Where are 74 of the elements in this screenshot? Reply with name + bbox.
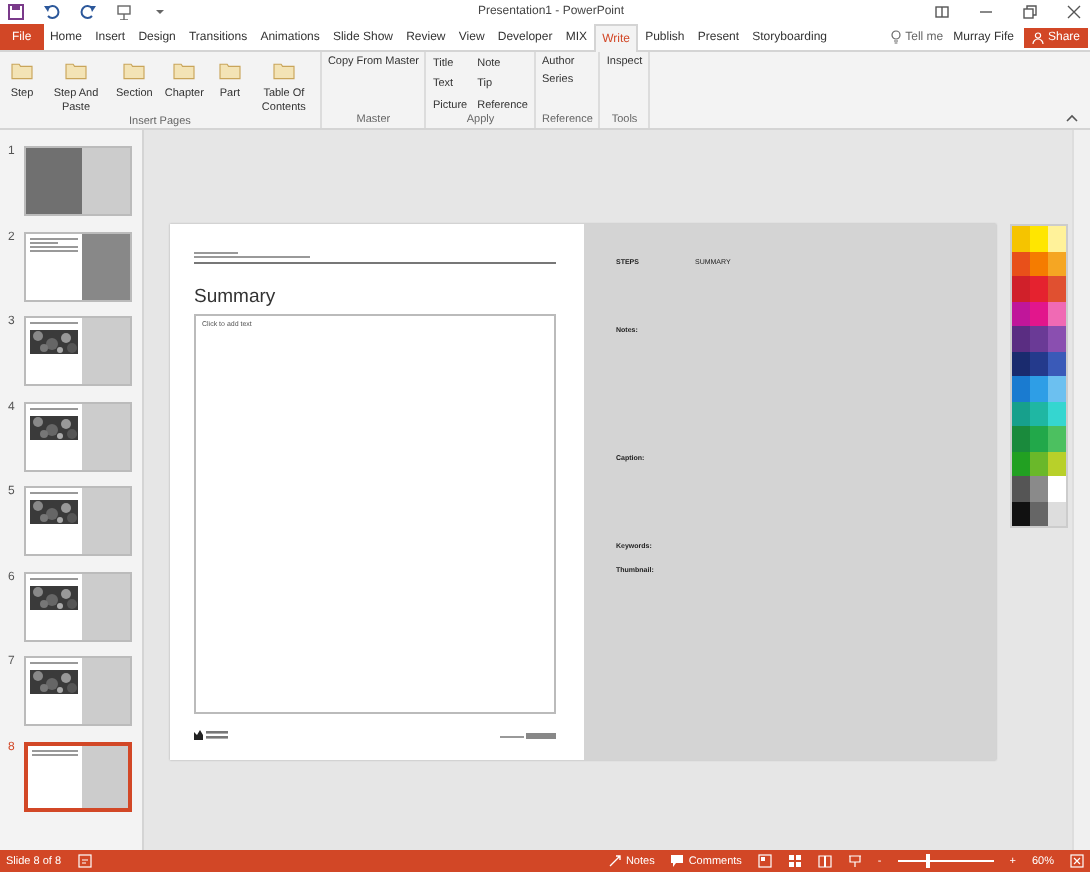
- color-swatch[interactable]: [1012, 501, 1030, 526]
- slide-thumbnail[interactable]: [24, 401, 132, 471]
- color-swatch[interactable]: [1030, 501, 1048, 526]
- folder-icon: [122, 60, 147, 80]
- person-icon: [1031, 31, 1044, 43]
- grid-view-icon[interactable]: [787, 854, 802, 868]
- presenter-icon[interactable]: [116, 4, 132, 20]
- color-swatch[interactable]: [1012, 351, 1030, 376]
- folder-icon: [64, 60, 88, 80]
- color-swatch[interactable]: [1048, 476, 1066, 501]
- slide-thumbnail[interactable]: [24, 571, 132, 641]
- restore-icon[interactable]: [1022, 4, 1038, 20]
- folder-icon: [10, 60, 34, 80]
- fit-slide-icon[interactable]: [1070, 854, 1084, 868]
- speech-bubble-icon: [670, 854, 685, 868]
- color-swatch[interactable]: [1048, 351, 1066, 376]
- notes-icon[interactable]: [77, 854, 92, 868]
- slide-thumbnail[interactable]: [24, 656, 132, 726]
- zoom-thumb[interactable]: [925, 854, 930, 868]
- color-swatch[interactable]: [1030, 401, 1048, 426]
- color-swatch[interactable]: [1030, 426, 1048, 451]
- color-swatch[interactable]: [1012, 226, 1030, 251]
- color-swatch[interactable]: [1030, 476, 1048, 501]
- footer-drawing: [500, 731, 556, 739]
- scrollbar[interactable]: [1072, 130, 1090, 850]
- slide-thumbnail[interactable]: [24, 486, 132, 556]
- color-swatch[interactable]: [1012, 451, 1030, 476]
- color-swatch[interactable]: [1012, 376, 1030, 401]
- color-swatch[interactable]: [1048, 451, 1066, 476]
- color-swatch[interactable]: [1012, 251, 1030, 276]
- color-swatch[interactable]: [1048, 326, 1066, 351]
- color-swatch[interactable]: [1048, 251, 1066, 276]
- save-icon[interactable]: [8, 4, 24, 20]
- color-swatch[interactable]: [1030, 376, 1048, 401]
- color-swatch[interactable]: [1012, 401, 1030, 426]
- ribbon-display-icon[interactable]: [934, 4, 950, 20]
- slideshow-icon[interactable]: [847, 854, 862, 868]
- color-swatch[interactable]: [1012, 476, 1030, 501]
- color-swatch[interactable]: [1012, 326, 1030, 351]
- dropdown-icon[interactable]: [152, 4, 168, 20]
- book-icon[interactable]: [817, 854, 832, 868]
- undo-icon[interactable]: [44, 4, 60, 20]
- folder-icon: [271, 60, 296, 80]
- folder-icon: [172, 60, 197, 80]
- arrow-icon: [607, 854, 622, 868]
- color-swatch[interactable]: [1030, 351, 1048, 376]
- folder-icon: [217, 60, 242, 80]
- slide-thumbnail[interactable]: [24, 316, 132, 386]
- redo-icon[interactable]: [80, 4, 96, 20]
- color-swatch[interactable]: [1030, 326, 1048, 351]
- slide-thumbnail[interactable]: [24, 146, 132, 216]
- slide-title: Summary: [194, 286, 278, 308]
- close-icon[interactable]: [1066, 4, 1082, 20]
- logo-icon: [194, 730, 230, 740]
- normal-view-icon[interactable]: [757, 854, 772, 868]
- color-swatch[interactable]: [1048, 501, 1066, 526]
- color-swatch[interactable]: [1048, 301, 1066, 326]
- color-swatch[interactable]: [1030, 451, 1048, 476]
- color-swatch[interactable]: [1030, 276, 1048, 301]
- color-swatch[interactable]: [1048, 401, 1066, 426]
- color-swatch[interactable]: [1048, 276, 1066, 301]
- color-swatch[interactable]: [1012, 426, 1030, 451]
- color-swatch[interactable]: [1012, 276, 1030, 301]
- slide-thumbnail[interactable]: [24, 231, 132, 301]
- color-swatch[interactable]: [1030, 226, 1048, 251]
- color-swatch[interactable]: [1030, 301, 1048, 326]
- color-swatch[interactable]: [1048, 426, 1066, 451]
- color-swatch[interactable]: [1048, 226, 1066, 251]
- lightbulb-icon: [889, 30, 902, 44]
- collapse-icon[interactable]: [1066, 114, 1078, 122]
- color-swatch[interactable]: [1030, 251, 1048, 276]
- color-swatch[interactable]: [1048, 376, 1066, 401]
- slide-thumbnail[interactable]: [24, 741, 132, 811]
- color-swatch[interactable]: [1012, 301, 1030, 326]
